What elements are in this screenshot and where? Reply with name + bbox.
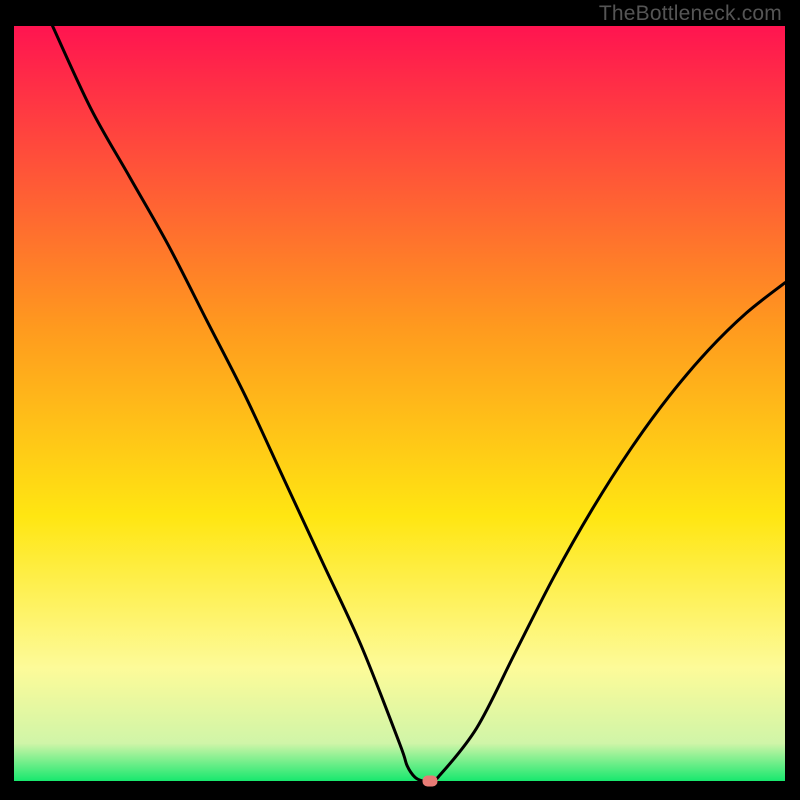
optimal-point-marker (423, 776, 438, 787)
bottleneck-curve (14, 26, 785, 781)
plot-area (14, 26, 785, 781)
watermark-text: TheBottleneck.com (599, 2, 782, 26)
chart-frame (14, 26, 785, 781)
